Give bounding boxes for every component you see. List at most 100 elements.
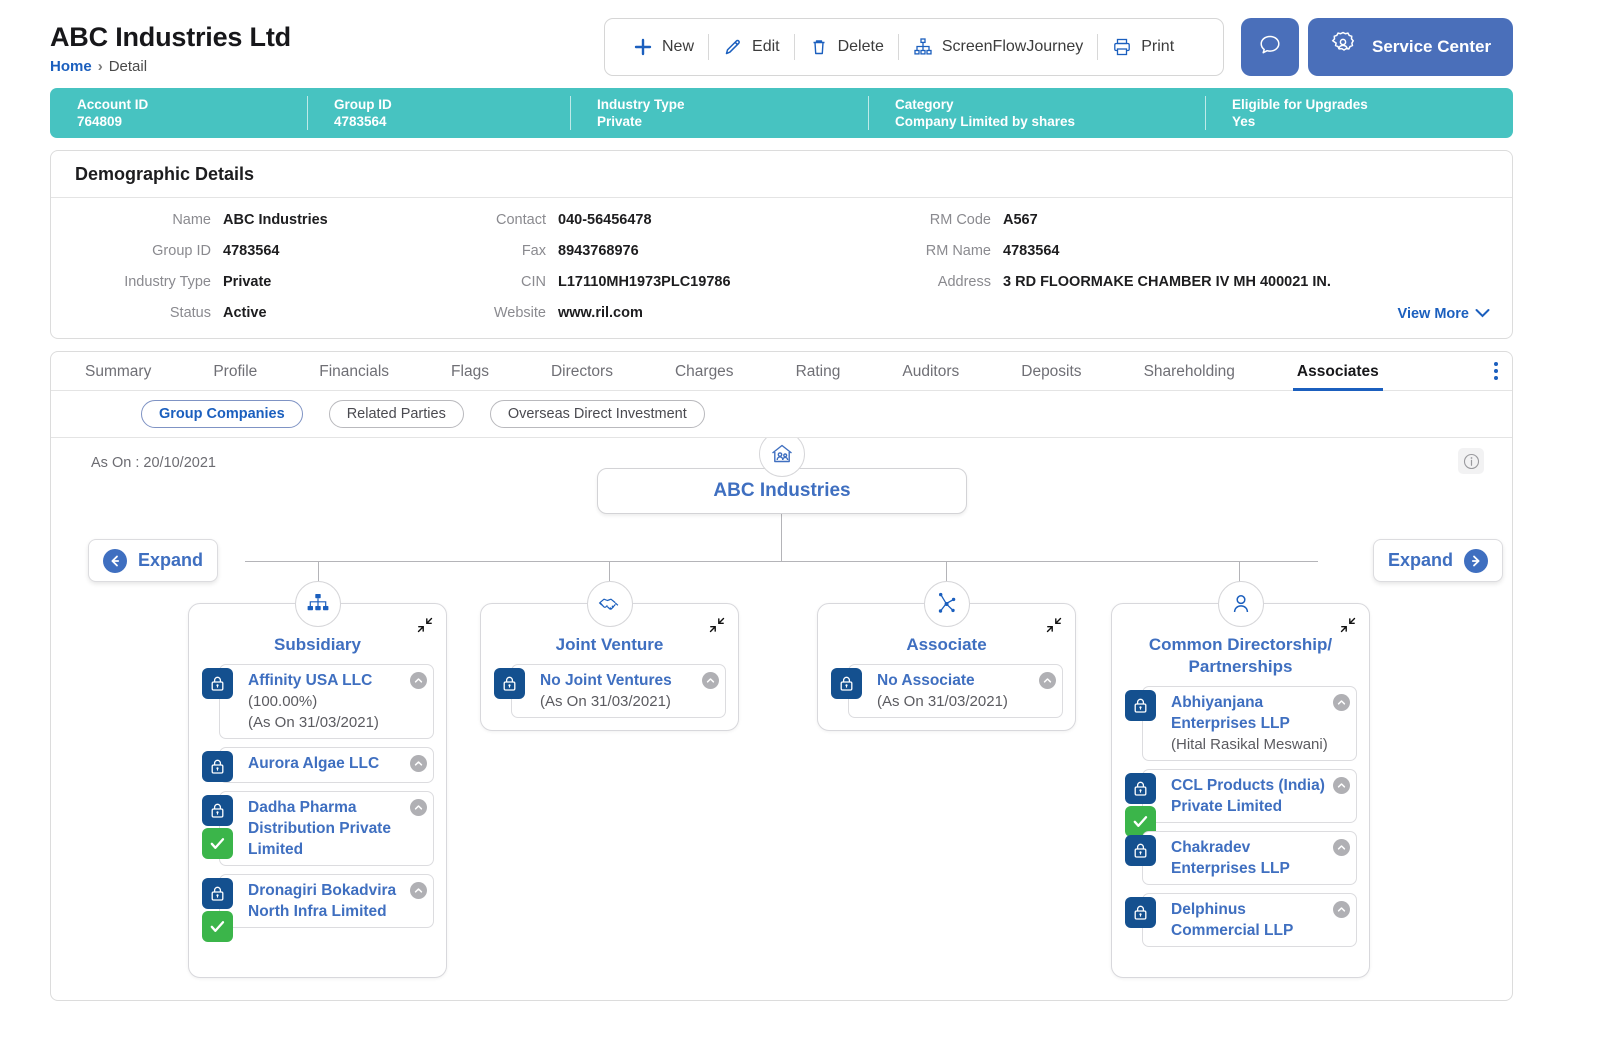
field-label: Industry Type (51, 274, 211, 290)
field-value: 4783564 (1003, 243, 1059, 259)
field-value: 040-56456478 (558, 212, 652, 228)
group-card-subsidiary: Subsidiary Affinity USA LLC (100.00%)(As… (188, 603, 447, 978)
chevron-up-circle-icon[interactable] (410, 755, 427, 772)
kebab-menu-icon[interactable] (1494, 362, 1498, 380)
tree-item[interactable]: Dadha Pharma Distribution Private Limite… (219, 791, 434, 866)
group-card-items: Abhiyanjana Enterprises LLP (Hital Rasik… (1112, 678, 1369, 959)
breadcrumb-home[interactable]: Home (50, 58, 92, 75)
field-label: Website (441, 305, 546, 321)
edit-button-label: Edit (752, 38, 780, 56)
collapse-icon[interactable] (417, 617, 433, 633)
tab-associates[interactable]: Associates (1297, 363, 1379, 390)
tab-directors[interactable]: Directors (551, 363, 613, 390)
field-label: Address (851, 274, 991, 290)
summary-value: Yes (1232, 113, 1505, 130)
action-toolbar: New Edit Delete ScreenFlowJourney (604, 18, 1224, 76)
demographic-details-card: Demographic Details Name ABC Industries … (50, 150, 1513, 339)
expand-left-button[interactable]: Expand (88, 539, 218, 582)
field-label: Name (51, 212, 211, 228)
lock-icon (1125, 773, 1156, 804)
tree-item[interactable]: Delphinus Commercial LLP (1142, 893, 1357, 947)
tree-item-name: Abhiyanjana Enterprises LLP (1171, 692, 1330, 734)
chevron-up-circle-icon[interactable] (702, 672, 719, 689)
summary-value: 4783564 (334, 113, 570, 130)
collapse-icon[interactable] (1340, 617, 1356, 633)
lock-icon (202, 668, 233, 699)
tree-item[interactable]: CCL Products (India) Private Limited (1142, 769, 1357, 823)
lock-icon (202, 878, 233, 909)
expand-right-button[interactable]: Expand (1373, 539, 1503, 582)
tree-item[interactable]: Abhiyanjana Enterprises LLP (Hital Rasik… (1142, 686, 1357, 761)
tree-root-label: ABC Industries (713, 480, 850, 502)
arrow-right-circle-icon (1464, 549, 1488, 573)
tab-charges[interactable]: Charges (675, 363, 734, 390)
new-button[interactable]: New (619, 29, 708, 65)
delete-button[interactable]: Delete (795, 29, 898, 65)
field-value[interactable]: www.ril.com (558, 305, 643, 321)
summary-label: Group ID (334, 96, 570, 113)
tab-rating[interactable]: Rating (796, 363, 841, 390)
view-more-button[interactable]: View More (1398, 306, 1490, 322)
group-card-items: No Joint Ventures (As On 31/03/2021) (481, 656, 738, 730)
breadcrumb-separator: › (98, 58, 103, 75)
plus-icon (633, 37, 653, 57)
tab-flags[interactable]: Flags (451, 363, 489, 390)
tree-item[interactable]: Chakradev Enterprises LLP (1142, 831, 1357, 885)
tree-item[interactable]: Aurora Algae LLC (219, 747, 434, 783)
chevron-up-circle-icon[interactable] (410, 672, 427, 689)
field-value: Private (223, 274, 271, 290)
pill-related-parties[interactable]: Related Parties (329, 400, 464, 428)
lock-icon (202, 795, 233, 826)
field-label: CIN (441, 274, 546, 290)
collapse-icon[interactable] (1046, 617, 1062, 633)
chevron-down-icon (1475, 306, 1490, 322)
field-address: Address 3 RD FLOORMAKE CHAMBER IV MH 400… (851, 274, 1491, 305)
chevron-up-circle-icon[interactable] (1039, 672, 1056, 689)
collapse-icon[interactable] (709, 617, 725, 633)
lock-icon (494, 668, 525, 699)
demographic-details-heading: Demographic Details (51, 151, 1512, 198)
tab-deposits[interactable]: Deposits (1021, 363, 1081, 390)
field-label: Contact (441, 212, 546, 228)
service-center-button[interactable]: Service Center (1308, 18, 1513, 76)
tree-item-name: No Joint Ventures (540, 670, 699, 691)
sub-filter-bar: Group Companies Related Parties Overseas… (51, 391, 1512, 438)
tree-item[interactable]: No Associate (As On 31/03/2021) (848, 664, 1063, 718)
chevron-up-circle-icon[interactable] (1333, 839, 1350, 856)
screenflowjourney-button[interactable]: ScreenFlowJourney (899, 29, 1097, 65)
pill-group-companies[interactable]: Group Companies (141, 400, 303, 428)
tree-item-sub: (As On 31/03/2021) (877, 691, 1036, 712)
field-label: RM Name (851, 243, 991, 259)
field-fax: Fax 8943768976 (441, 243, 741, 274)
summary-value: 764809 (77, 113, 307, 130)
tree-item[interactable]: Dronagiri Bokadvira North Infra Limited (219, 874, 434, 928)
chat-button[interactable] (1241, 18, 1299, 76)
tree-item-name: No Associate (877, 670, 1036, 691)
chevron-up-circle-icon[interactable] (1333, 901, 1350, 918)
tab-bar: Summary Profile Financials Flags Directo… (51, 352, 1512, 391)
tab-shareholding[interactable]: Shareholding (1144, 363, 1235, 390)
tab-summary[interactable]: Summary (85, 363, 151, 390)
print-button[interactable]: Print (1098, 29, 1188, 65)
tab-financials[interactable]: Financials (319, 363, 389, 390)
chevron-up-circle-icon[interactable] (410, 799, 427, 816)
field-value: Active (223, 305, 267, 321)
lock-icon (1125, 897, 1156, 928)
summary-value: Private (597, 113, 868, 130)
info-icon[interactable] (1458, 448, 1484, 474)
screenflowjourney-button-label: ScreenFlowJourney (942, 38, 1083, 56)
edit-button[interactable]: Edit (709, 29, 794, 65)
tab-auditors[interactable]: Auditors (902, 363, 959, 390)
tree-item[interactable]: No Joint Ventures (As On 31/03/2021) (511, 664, 726, 718)
chevron-up-circle-icon[interactable] (1333, 777, 1350, 794)
field-label: RM Code (851, 212, 991, 228)
tree-item-name: Dronagiri Bokadvira North Infra Limited (248, 880, 407, 922)
chevron-up-circle-icon[interactable] (1333, 694, 1350, 711)
tab-profile[interactable]: Profile (213, 363, 257, 390)
breadcrumb-current: Detail (109, 58, 147, 75)
group-card-joint-venture: Joint Venture No Joint Ventures (As On 3… (480, 603, 739, 731)
chevron-up-circle-icon[interactable] (410, 882, 427, 899)
tree-item[interactable]: Affinity USA LLC (100.00%)(As On 31/03/2… (219, 664, 434, 739)
group-card-associate: Associate No Associate (As On 31/03/2021… (817, 603, 1076, 731)
pill-overseas-direct-investment[interactable]: Overseas Direct Investment (490, 400, 705, 428)
